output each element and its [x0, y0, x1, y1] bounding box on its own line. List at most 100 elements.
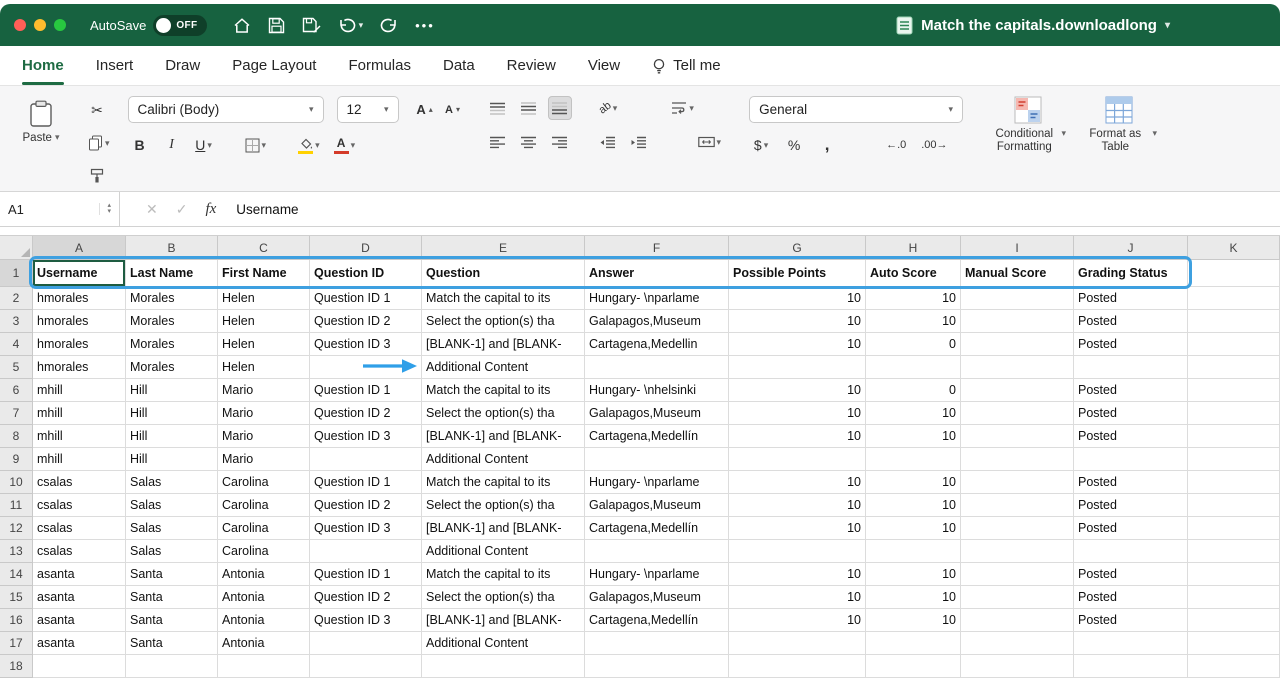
- align-bottom-button[interactable]: [548, 96, 572, 120]
- cell-I6[interactable]: [961, 379, 1074, 402]
- cell-A11[interactable]: csalas: [33, 494, 126, 517]
- cell-I11[interactable]: [961, 494, 1074, 517]
- cell-B3[interactable]: Morales: [126, 310, 218, 333]
- decrease-indent-button[interactable]: [596, 130, 620, 154]
- cell-B8[interactable]: Hill: [126, 425, 218, 448]
- align-center-button[interactable]: [517, 130, 541, 154]
- tab-data[interactable]: Data: [443, 46, 475, 85]
- redo-button[interactable]: [380, 17, 398, 33]
- cell-E17[interactable]: Additional Content: [422, 632, 585, 655]
- row-header-15[interactable]: 15: [0, 586, 33, 609]
- cell-F13[interactable]: [585, 540, 729, 563]
- cell-G4[interactable]: 10: [729, 333, 866, 356]
- cell-C10[interactable]: Carolina: [218, 471, 310, 494]
- cell-H8[interactable]: 10: [866, 425, 961, 448]
- cell-K2[interactable]: [1188, 287, 1280, 310]
- tab-insert[interactable]: Insert: [96, 46, 134, 85]
- tab-tell-me[interactable]: Tell me: [652, 46, 721, 85]
- cell-B13[interactable]: Salas: [126, 540, 218, 563]
- cell-D15[interactable]: Question ID 2: [310, 586, 422, 609]
- cell-I12[interactable]: [961, 517, 1074, 540]
- cell-G16[interactable]: 10: [729, 609, 866, 632]
- cell-K6[interactable]: [1188, 379, 1280, 402]
- conditional-formatting-button[interactable]: Conditional Formatting ▾: [990, 96, 1066, 154]
- cell-C16[interactable]: Antonia: [218, 609, 310, 632]
- paste-button[interactable]: Paste ▾: [12, 96, 70, 145]
- cell-K15[interactable]: [1188, 586, 1280, 609]
- column-header-I[interactable]: I: [961, 236, 1074, 260]
- column-header-C[interactable]: C: [218, 236, 310, 260]
- cell-C18[interactable]: [218, 655, 310, 678]
- decrease-font-size-button[interactable]: A▾: [441, 98, 465, 122]
- cell-F5[interactable]: [585, 356, 729, 379]
- cell-K5[interactable]: [1188, 356, 1280, 379]
- cell-I4[interactable]: [961, 333, 1074, 356]
- minimize-window-button[interactable]: [34, 19, 46, 31]
- cell-A1[interactable]: Username: [33, 260, 126, 287]
- format-painter-button[interactable]: [85, 164, 109, 188]
- cell-I14[interactable]: [961, 563, 1074, 586]
- cell-J7[interactable]: Posted: [1074, 402, 1188, 425]
- tab-view[interactable]: View: [588, 46, 620, 85]
- cell-H4[interactable]: 0: [866, 333, 961, 356]
- cell-H5[interactable]: [866, 356, 961, 379]
- row-header-12[interactable]: 12: [0, 517, 33, 540]
- cell-K4[interactable]: [1188, 333, 1280, 356]
- cell-G6[interactable]: 10: [729, 379, 866, 402]
- cell-E3[interactable]: Select the option(s) tha: [422, 310, 585, 333]
- cell-E8[interactable]: [BLANK-1] and [BLANK-: [422, 425, 585, 448]
- cell-C13[interactable]: Carolina: [218, 540, 310, 563]
- cell-D18[interactable]: [310, 655, 422, 678]
- cell-G13[interactable]: [729, 540, 866, 563]
- merge-center-button[interactable]: ▾: [695, 130, 725, 154]
- cell-I7[interactable]: [961, 402, 1074, 425]
- format-as-table-button[interactable]: Format as Table ▾: [1081, 96, 1157, 154]
- select-all-button[interactable]: [0, 236, 33, 260]
- cell-A13[interactable]: csalas: [33, 540, 126, 563]
- cell-D11[interactable]: Question ID 2: [310, 494, 422, 517]
- cell-F7[interactable]: Galapagos,Museum: [585, 402, 729, 425]
- fill-color-button[interactable]: ▾: [295, 133, 323, 157]
- cell-D10[interactable]: Question ID 1: [310, 471, 422, 494]
- cell-K11[interactable]: [1188, 494, 1280, 517]
- align-left-button[interactable]: [486, 130, 510, 154]
- cell-K12[interactable]: [1188, 517, 1280, 540]
- cell-B4[interactable]: Morales: [126, 333, 218, 356]
- row-header-9[interactable]: 9: [0, 448, 33, 471]
- cell-B1[interactable]: Last Name: [126, 260, 218, 287]
- column-header-E[interactable]: E: [422, 236, 585, 260]
- save-as-button[interactable]: [302, 17, 321, 34]
- italic-button[interactable]: I: [160, 133, 184, 157]
- cell-E2[interactable]: Match the capital to its: [422, 287, 585, 310]
- cell-D1[interactable]: Question ID: [310, 260, 422, 287]
- cell-J12[interactable]: Posted: [1074, 517, 1188, 540]
- cell-G8[interactable]: 10: [729, 425, 866, 448]
- cell-D13[interactable]: [310, 540, 422, 563]
- increase-indent-button[interactable]: [627, 130, 651, 154]
- cell-H18[interactable]: [866, 655, 961, 678]
- underline-button[interactable]: U ▾: [192, 133, 216, 157]
- cell-C12[interactable]: Carolina: [218, 517, 310, 540]
- align-right-button[interactable]: [548, 130, 572, 154]
- cell-J3[interactable]: Posted: [1074, 310, 1188, 333]
- cell-A9[interactable]: mhill: [33, 448, 126, 471]
- cell-A2[interactable]: hmorales: [33, 287, 126, 310]
- cell-C6[interactable]: Mario: [218, 379, 310, 402]
- more-commands-button[interactable]: •••: [415, 18, 435, 33]
- cell-F11[interactable]: Galapagos,Museum: [585, 494, 729, 517]
- cell-A17[interactable]: asanta: [33, 632, 126, 655]
- row-header-16[interactable]: 16: [0, 609, 33, 632]
- cell-G12[interactable]: 10: [729, 517, 866, 540]
- font-name-select[interactable]: Calibri (Body) ▾: [128, 96, 324, 123]
- save-button[interactable]: [268, 17, 285, 34]
- cell-I10[interactable]: [961, 471, 1074, 494]
- cell-C14[interactable]: Antonia: [218, 563, 310, 586]
- cell-D14[interactable]: Question ID 1: [310, 563, 422, 586]
- cell-C1[interactable]: First Name: [218, 260, 310, 287]
- cell-H17[interactable]: [866, 632, 961, 655]
- cell-C3[interactable]: Helen: [218, 310, 310, 333]
- zoom-window-button[interactable]: [54, 19, 66, 31]
- cell-J4[interactable]: Posted: [1074, 333, 1188, 356]
- wrap-text-button[interactable]: ▾: [668, 96, 697, 120]
- cell-A5[interactable]: hmorales: [33, 356, 126, 379]
